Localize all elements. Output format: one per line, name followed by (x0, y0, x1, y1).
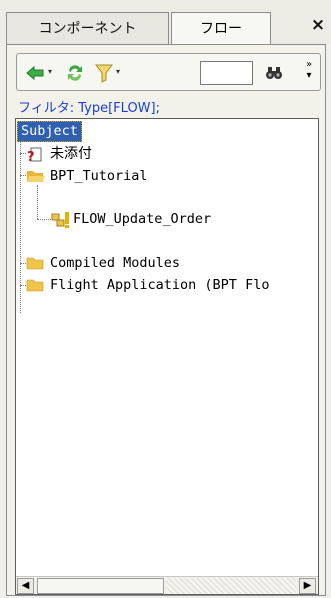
open-folder-icon (27, 171, 45, 182)
scroll-right-button[interactable]: ▶ (299, 578, 316, 594)
tree-item-flight-application[interactable]: Flight Application (BPT Flo (26, 274, 269, 296)
toolbar: ▾ ▾ » ▾ (16, 53, 321, 91)
funnel-icon[interactable] (95, 63, 113, 83)
more-tools-icon[interactable]: » ▾ (302, 59, 316, 81)
tree-item-unattached[interactable]: ? 未添付 (26, 143, 92, 165)
tree-item-label: BPT_Tutorial (50, 168, 148, 184)
tree-guide-line (20, 141, 21, 313)
horizontal-scrollbar[interactable]: ◀ ▶ (16, 576, 318, 594)
tree-item-compiled-modules[interactable]: Compiled Modules (26, 252, 180, 274)
tree-item-label: Subject (21, 123, 78, 139)
tree-item-bpt-tutorial[interactable]: BPT_Tutorial (26, 165, 148, 187)
tab-flow[interactable]: フロー (171, 12, 271, 45)
scrollbar-thumb[interactable] (37, 578, 164, 594)
filter-dropdown-icon[interactable]: ▾ (116, 62, 120, 82)
flow-tree[interactable]: Subject ? 未添付 BPT_Tutorial FLOW_Update_O… (15, 118, 319, 595)
tree-item-subject[interactable]: Subject (17, 121, 82, 142)
scroll-left-button[interactable]: ◀ (17, 578, 34, 594)
flow-panel: ▾ ▾ » ▾ フィルタ: Type[FLOW]; Subject ? 未添付 … (6, 44, 326, 596)
more-tools-dropdown-icon: ▾ (306, 70, 312, 81)
back-dropdown-icon[interactable]: ▾ (48, 62, 52, 82)
tree-item-label: Compiled Modules (50, 255, 181, 271)
close-icon[interactable]: × (307, 15, 329, 37)
tree-item-label: Flight Application (BPT Flo (50, 277, 270, 293)
flow-warning-icon (51, 212, 69, 228)
question-document-icon: ? (27, 147, 42, 163)
folder-icon (26, 279, 44, 292)
folder-icon (26, 257, 44, 270)
tab-components-label: コンポーネント (38, 21, 137, 37)
tree-item-label: 未添付 (50, 146, 92, 162)
search-input[interactable] (200, 61, 253, 85)
binoculars-icon[interactable] (264, 63, 284, 83)
tab-flow-label: フロー (200, 21, 242, 37)
tree-guide-line (37, 185, 38, 219)
tree-guide-line (37, 219, 51, 220)
tab-strip: コンポーネント フロー × (0, 0, 331, 45)
tree-item-flow-update-order[interactable]: FLOW_Update_Order (51, 208, 211, 230)
scrollbar-track[interactable] (166, 578, 296, 594)
arrow-left-icon[interactable] (25, 63, 45, 83)
tree-item-label: FLOW_Update_Order (73, 211, 212, 227)
svg-text:?: ? (27, 150, 35, 163)
tab-components[interactable]: コンポーネント (6, 12, 169, 44)
filter-label: フィルタ: Type[FLOW]; (18, 101, 160, 116)
sync-arrows-icon[interactable] (65, 63, 85, 83)
more-tools-label: » (305, 59, 313, 70)
